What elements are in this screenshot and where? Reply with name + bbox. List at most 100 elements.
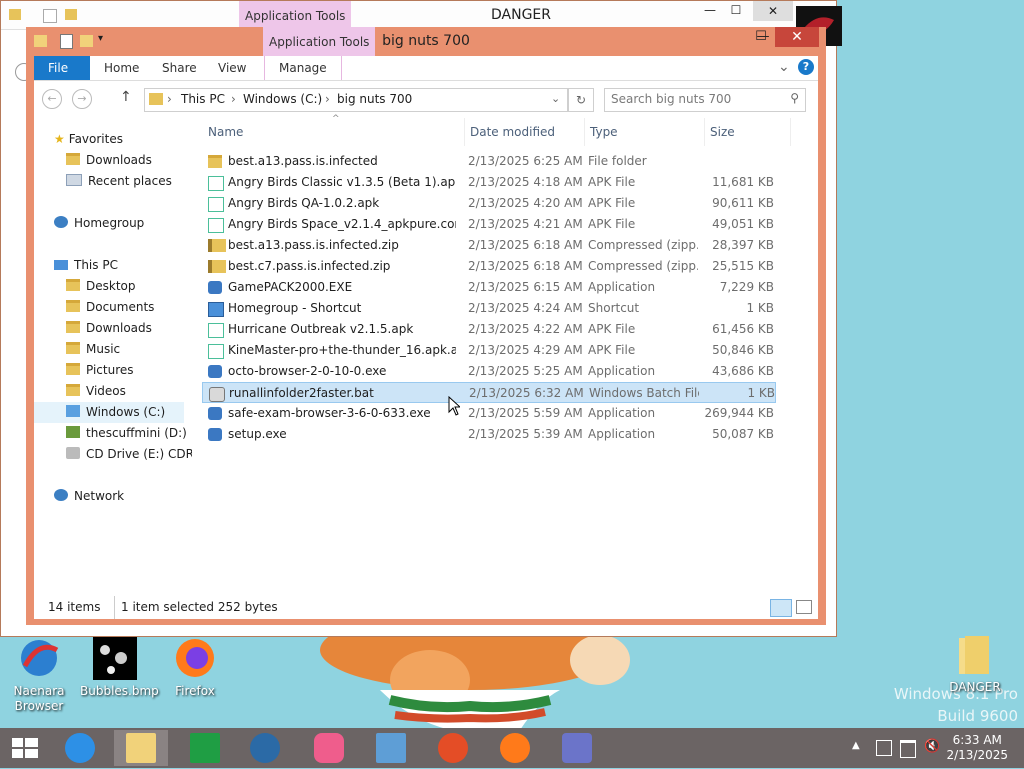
taskbar-browser[interactable]	[240, 730, 290, 766]
breadcrumb-separator-icon[interactable]: ›	[231, 92, 236, 106]
nav-desktop[interactable]: Desktop	[66, 276, 136, 297]
column-header-date[interactable]: Date modified	[464, 118, 590, 146]
search-box[interactable]: Search big nuts 700 ⚲	[604, 88, 806, 112]
desktop-icon-bubbles[interactable]: Bubbles.bmp	[80, 636, 159, 699]
nav-fav-recent[interactable]: Recent places	[66, 171, 172, 192]
file-row[interactable]: best.a13.pass.is.infected 2/13/2025 6:25 …	[202, 151, 776, 172]
taskbar-store[interactable]	[180, 730, 230, 766]
taskbar-clock[interactable]: 6:33 AM 2/13/2025	[946, 733, 1008, 763]
file-row[interactable]: Hurricane Outbreak v2.1.5.apk 2/13/2025 4…	[202, 319, 776, 340]
nav-windows-c[interactable]: Windows (C:)	[34, 402, 184, 423]
downloads-folder-icon	[66, 153, 80, 165]
taskbar-bird-app[interactable]	[552, 730, 602, 766]
file-row[interactable]: Angry Birds QA-1.0.2.apk 2/13/2025 4:20 A…	[202, 193, 776, 214]
nav-label: Favorites	[68, 132, 123, 146]
breadcrumb-current-folder[interactable]: big nuts 700	[337, 92, 412, 106]
network-status-icon[interactable]	[900, 740, 916, 758]
file-row[interactable]: setup.exe 2/13/2025 5:39 AM Application 50,…	[202, 424, 776, 445]
file-name: runallinfolder2faster.bat	[229, 386, 374, 400]
expand-ribbon-button[interactable]: ⌄	[778, 59, 790, 75]
videos-folder-icon	[66, 384, 80, 396]
breadcrumb-separator-icon[interactable]: ›	[325, 92, 330, 106]
up-button[interactable]: ↑	[120, 89, 132, 105]
window-titlebar[interactable]: ▾ Application Tools big nuts 700 — ☐ ✕	[26, 27, 826, 57]
nav-videos[interactable]: Videos	[66, 381, 126, 402]
show-hidden-icons-button[interactable]: ▲	[852, 740, 860, 751]
file-row[interactable]: KineMaster-pro+the-thunder_16.apk.apk 2/1…	[202, 340, 776, 361]
help-button[interactable]: ?	[798, 59, 814, 75]
search-input[interactable]: Search big nuts 700	[611, 92, 731, 106]
history-dropdown-icon[interactable]: ⌄	[551, 92, 560, 105]
file-name: Angry Birds QA-1.0.2.apk	[228, 196, 380, 210]
file-type: Application	[588, 280, 656, 294]
column-header-size[interactable]: Size	[704, 118, 791, 146]
tab-share[interactable]: Share	[148, 56, 211, 80]
back-maximize-button[interactable]: ☐	[727, 3, 745, 19]
nav-this-pc[interactable]: This PC	[54, 255, 118, 276]
explorer-window[interactable]: ▾ Application Tools big nuts 700 — ☐ ✕ F…	[26, 27, 826, 625]
taskbar-photos[interactable]	[366, 730, 416, 766]
file-date: 2/13/2025 4:18 AM	[468, 175, 583, 189]
address-bar-row: ← → ↑ › This PC › Windows (C:) › big nut…	[34, 80, 818, 119]
back-minimize-button[interactable]: —	[701, 3, 719, 19]
file-row[interactable]: octo-browser-2-0-10-0.exe 2/13/2025 5:25 …	[202, 361, 776, 382]
nav-favorites[interactable]: ★ Favorites	[54, 129, 123, 150]
maximize-button[interactable]: ☐	[746, 27, 776, 47]
action-center-icon[interactable]	[876, 740, 892, 756]
drive-icon	[66, 405, 80, 417]
close-button[interactable]: ✕	[775, 27, 819, 47]
folder-file-icon	[208, 155, 222, 168]
cd-drive-icon	[66, 447, 80, 459]
taskbar-internet-explorer[interactable]	[55, 730, 105, 766]
nav-network[interactable]: Network	[54, 486, 124, 507]
breadcrumb-separator-icon[interactable]: ›	[167, 92, 172, 106]
nav-homegroup[interactable]: Homegroup	[54, 213, 144, 234]
file-row[interactable]: runallinfolder2faster.bat 2/13/2025 6:32 …	[202, 382, 776, 403]
refresh-button[interactable]: ↻	[568, 88, 594, 112]
pictures-folder-icon	[66, 363, 80, 375]
taskbar-heart-app[interactable]	[304, 730, 354, 766]
search-icon[interactable]: ⚲	[790, 91, 799, 105]
desktop-icon-label: Firefox	[175, 684, 215, 698]
file-row[interactable]: Homegroup - Shortcut 2/13/2025 4:24 AM Sho…	[202, 298, 776, 319]
tab-file[interactable]: File	[34, 56, 90, 80]
taskbar-game-app[interactable]	[428, 730, 478, 766]
tab-home[interactable]: Home	[90, 56, 153, 80]
file-date: 2/13/2025 6:18 AM	[468, 259, 583, 273]
nav-pictures[interactable]: Pictures	[66, 360, 134, 381]
file-row[interactable]: safe-exam-browser-3-6-0-633.exe 2/13/2025…	[202, 403, 776, 424]
column-header-type[interactable]: Type	[584, 118, 706, 146]
nav-music[interactable]: Music	[66, 339, 120, 360]
volume-muted-icon[interactable]: 🔇	[924, 739, 940, 754]
file-row[interactable]: best.c7.pass.is.infected.zip 2/13/2025 6:…	[202, 256, 776, 277]
back-close-button[interactable]: ✕	[753, 1, 793, 21]
file-row[interactable]: Angry Birds Space_v2.1.4_apkpure.com.a..…	[202, 214, 776, 235]
nav-cd-drive-e[interactable]: CD Drive (E:) CDROM	[66, 444, 192, 465]
forward-button[interactable]: →	[72, 89, 92, 109]
taskbar-firefox[interactable]	[490, 730, 540, 766]
tab-view[interactable]: View	[204, 56, 260, 80]
desktop-icon-naenara[interactable]: Naenara Browser	[4, 636, 74, 714]
breadcrumb-windows-c[interactable]: Windows (C:)	[243, 92, 322, 106]
back-button[interactable]: ←	[42, 89, 62, 109]
file-row[interactable]: GamePACK2000.EXE 2/13/2025 6:15 AM Applica…	[202, 277, 776, 298]
desktop-icon-danger-folder[interactable]: DANGER	[940, 632, 1010, 695]
nav-thescuffmini-d[interactable]: thescuffmini (D:)	[66, 423, 187, 444]
desktop-icon-firefox[interactable]: Firefox	[160, 636, 230, 699]
breadcrumb-this-pc[interactable]: This PC	[181, 92, 225, 106]
large-icons-view-button[interactable]	[796, 600, 812, 614]
nav-fav-downloads[interactable]: Downloads	[66, 150, 152, 171]
file-name: setup.exe	[228, 427, 287, 441]
column-header-name[interactable]: Name	[208, 118, 464, 146]
address-box[interactable]: › This PC › Windows (C:) › big nuts 700 …	[144, 88, 568, 112]
desktop-icon-label: DANGER	[949, 680, 1001, 694]
file-row[interactable]: best.a13.pass.is.infected.zip 2/13/2025 6…	[202, 235, 776, 256]
tab-manage[interactable]: Manage	[264, 56, 342, 80]
file-size: 28,397 KB	[712, 238, 774, 252]
taskbar-file-explorer[interactable]	[114, 730, 168, 766]
start-button[interactable]	[0, 730, 50, 766]
nav-documents[interactable]: Documents	[66, 297, 154, 318]
details-view-button[interactable]	[770, 599, 792, 617]
nav-downloads[interactable]: Downloads	[66, 318, 152, 339]
file-row[interactable]: Angry Birds Classic v1.3.5 (Beta 1).apk 2…	[202, 172, 776, 193]
